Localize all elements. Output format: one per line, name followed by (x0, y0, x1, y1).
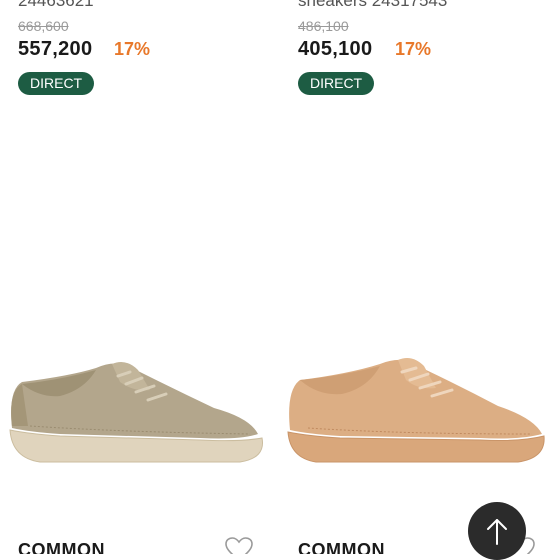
sale-price: 557,200 (18, 38, 93, 60)
product-name[interactable]: sneakers 24317543 (298, 0, 447, 11)
discount-rate: 17% (114, 39, 151, 59)
product-card[interactable]: 24463621 668,600 557,200 17% DIRECT COMM… (0, 0, 268, 554)
heart-outline-icon[interactable] (224, 536, 254, 554)
brand-name[interactable]: COMMON (298, 540, 385, 554)
product-name[interactable]: 24463621 (18, 0, 94, 11)
direct-badge: DIRECT (18, 72, 95, 95)
discount-rate: 17% (395, 39, 432, 59)
original-price: 486,100 (298, 18, 349, 34)
direct-badge: DIRECT (298, 72, 375, 95)
scroll-top-button[interactable] (468, 502, 526, 560)
product-card[interactable]: sneakers 24317543 486,100 405,100 17% DI… (280, 0, 548, 554)
sale-price: 405,100 (298, 38, 373, 60)
product-image[interactable] (280, 330, 548, 480)
product-image[interactable] (0, 330, 268, 480)
arrow-up-icon (487, 519, 507, 545)
original-price: 668,600 (18, 18, 69, 34)
brand-name[interactable]: COMMON (18, 540, 105, 554)
